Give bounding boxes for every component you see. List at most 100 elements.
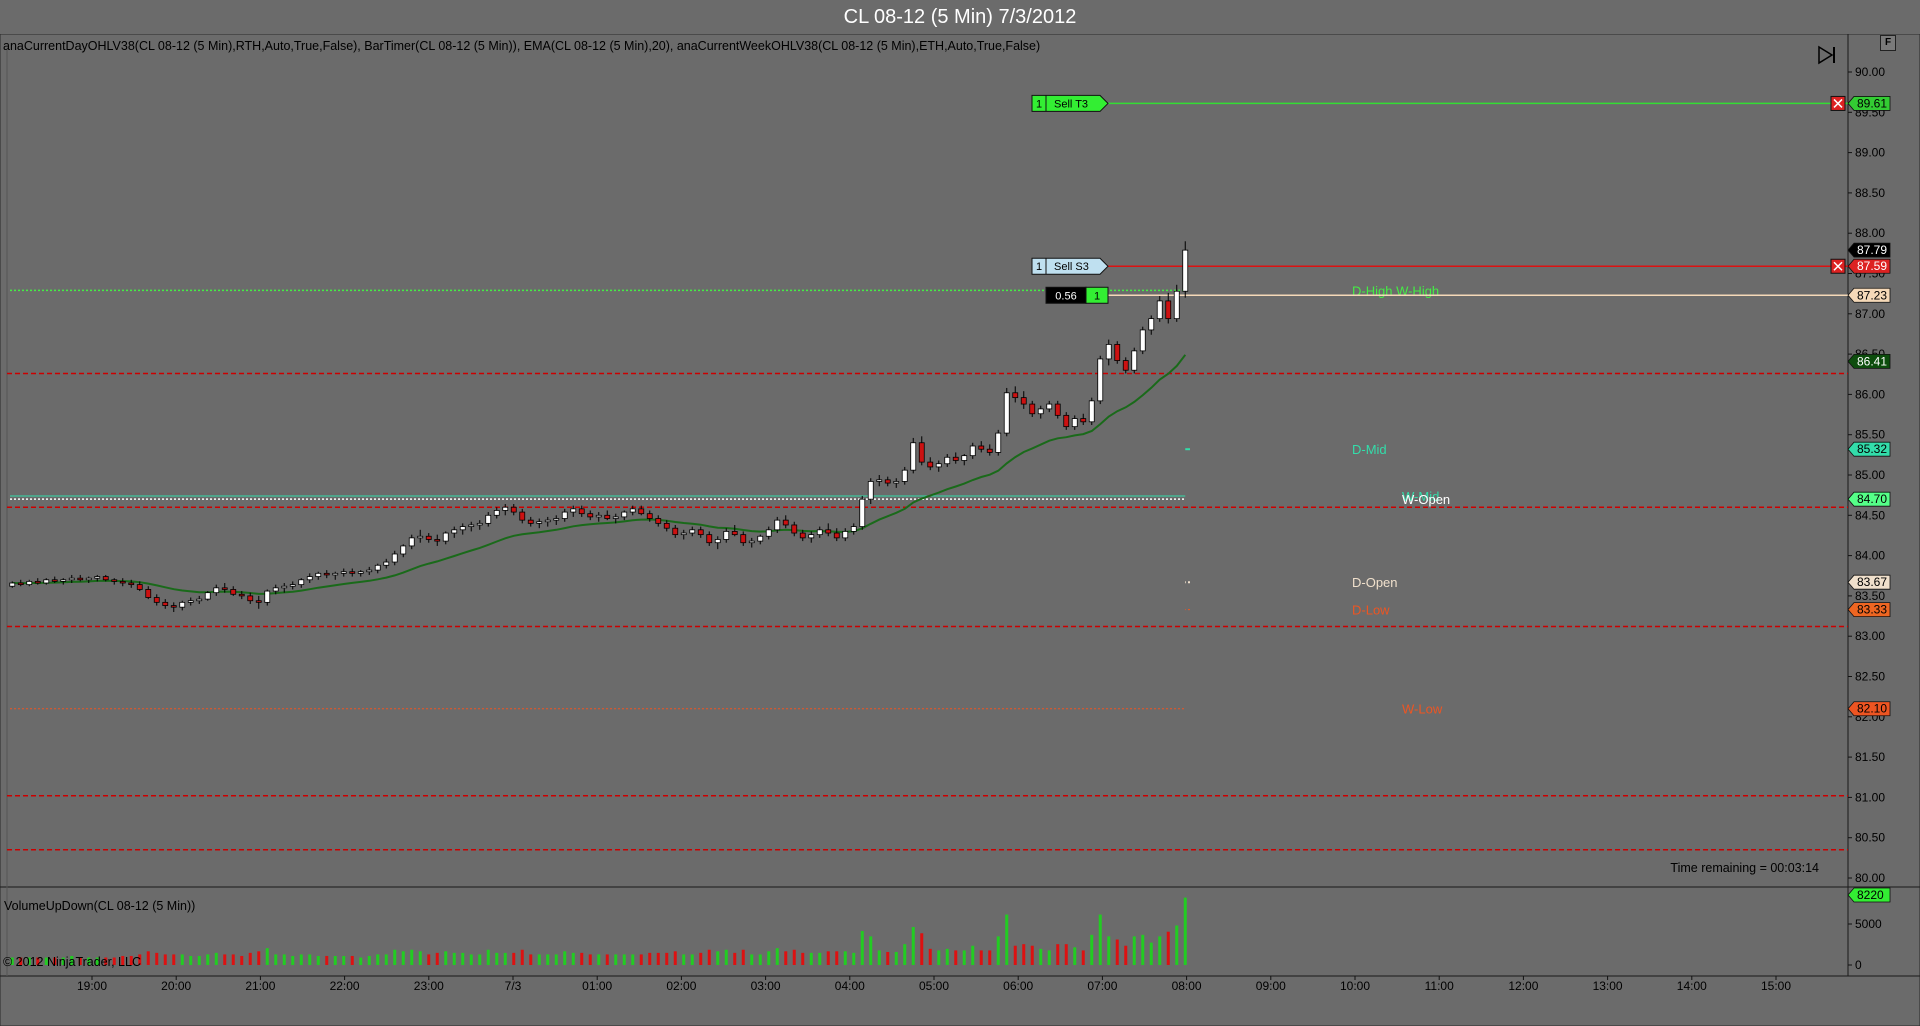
volume-bar [758,954,762,965]
candle-down [672,527,679,536]
volume-bar [248,952,252,965]
candle-down [731,531,738,536]
volume-bar [690,954,694,965]
candle-down [128,582,135,586]
candle-up [1173,290,1180,320]
time-tick-label: 22:00 [330,979,360,993]
volume-bar [571,952,575,965]
volume-bar [529,954,533,965]
candle-up [544,519,551,523]
volume-bar [639,954,643,965]
volume-bar [1081,950,1085,965]
price-tick-label: 85.00 [1855,468,1885,482]
volume-bar [580,952,584,965]
candle-up [417,535,424,539]
volume-bar [503,952,507,965]
time-tick-label: 01:00 [582,979,612,993]
candle-up [43,579,50,584]
candle-up [689,529,696,534]
volume-bar [316,955,320,965]
candle-down [740,534,747,544]
candle-up [357,571,364,574]
volume-bar [707,949,711,965]
volume-bar [971,945,975,965]
candle-up [68,577,75,581]
time-tick-label: 11:00 [1425,979,1454,993]
candle-up [383,561,390,566]
candle-up [94,576,101,579]
candle-up [876,479,883,482]
time-tick-label: 07:00 [1087,979,1117,993]
volume-bar [554,954,558,965]
volume-bar [792,949,796,965]
volume-panel-label: VolumeUpDown(CL 08-12 (5 Min)) [4,899,196,913]
ema-line [12,354,1187,595]
candle-down [655,518,662,524]
candle-up [459,526,466,531]
volume-bar [954,950,958,965]
volume-bar [665,952,669,965]
candle-down [221,587,228,590]
candle-down [638,508,645,515]
volume-bar [937,950,941,965]
candle-up [340,571,347,574]
volume-bar [843,951,847,965]
volume-bar [869,936,873,965]
chart-canvas[interactable]: 80.0080.5081.0081.5082.0082.5083.0083.50… [0,34,1920,1026]
price-badge-text: 89.61 [1857,96,1887,110]
volume-bar [274,954,278,965]
candle-up [612,516,619,519]
skip-to-end-icon[interactable] [1816,44,1838,66]
volume-bar [495,952,499,965]
volume-bar [1183,897,1187,965]
candle-down [1054,403,1061,416]
copyright-text: © 2012 NinjaTrader, LLC [3,955,141,969]
candle-down [706,534,713,544]
candle-up [60,579,67,582]
volume-bar [486,949,490,965]
volume-bar [393,949,397,965]
candle-down [247,595,254,602]
candle-down [918,442,925,463]
volume-bar [180,954,184,965]
volume-bar [1064,944,1068,965]
volume-bar [631,954,635,965]
volume-bar [1115,939,1119,965]
price-tick-label: 87.00 [1855,307,1885,321]
volume-bar [1030,945,1034,965]
candle-up [298,579,305,586]
candle-up [204,592,211,600]
volume-bar [444,951,448,965]
volume-bar [605,954,609,965]
volume-bar [410,949,414,965]
volume-bar [877,950,881,965]
candle-down [1029,403,1036,415]
volume-bar [775,948,779,965]
volume-bar [282,954,286,965]
volume-bar [214,952,218,965]
price-tick-label: 80.00 [1855,871,1885,885]
candle-up [723,531,730,540]
volume-bar [656,952,660,965]
chart-frame[interactable]: 80.00 80.50 81.00 81.50 82.00 82.50 83.00 83.50… [0,34,1920,1026]
volume-bar [597,954,601,965]
time-tick-label: 03:00 [751,979,781,993]
candle-down [425,535,432,540]
volume-bar [1039,948,1043,965]
volume-bar [809,952,813,965]
volume-bar [962,950,966,965]
volume-bar [155,952,159,965]
candle-up [1003,392,1010,434]
volume-bar [291,955,295,965]
properties-button[interactable]: F [1880,35,1896,51]
volume-bar [563,951,567,965]
time-tick-label: 09:00 [1256,979,1286,993]
bar-timer: Time remaining = 00:03:14 [1670,861,1819,875]
candle-up [995,432,1002,453]
volume-bar [835,951,839,965]
time-tick-label: 19:00 [77,979,107,993]
price-tick-label: 88.50 [1855,186,1885,200]
candle-down [646,513,653,519]
time-tick-label: 21:00 [245,979,275,993]
volume-bar [979,950,983,965]
